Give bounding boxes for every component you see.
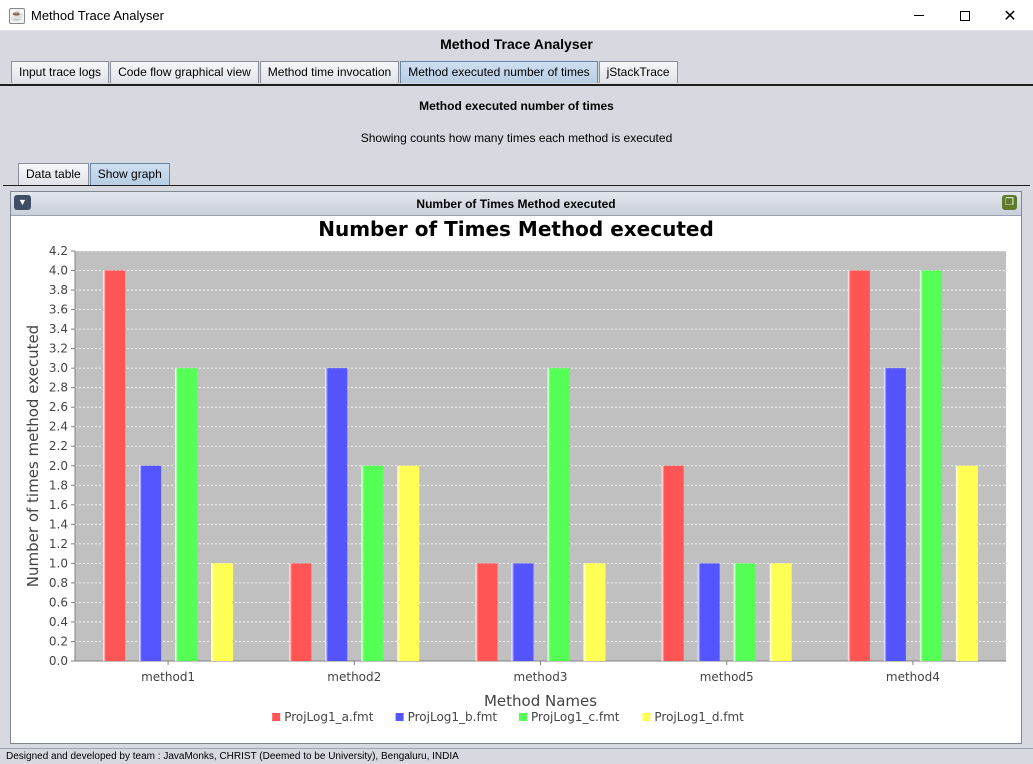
- y-tick-label: 0.8: [49, 576, 68, 590]
- chart-title: Number of Times Method executed: [318, 217, 714, 241]
- bar: [847, 270, 870, 661]
- y-axis-label: Number of times method executed: [24, 325, 42, 587]
- y-tick-label: 1.6: [49, 498, 68, 512]
- x-axis-label: Method Names: [484, 692, 597, 710]
- sub-tab-divider: [3, 185, 1030, 186]
- y-tick-label: 0.6: [49, 595, 68, 609]
- y-tick-label: 2.0: [49, 459, 68, 473]
- x-tick-label: method5: [700, 670, 754, 684]
- bar: [289, 563, 312, 661]
- bar: [175, 368, 198, 661]
- bar: [397, 465, 420, 661]
- bar: [475, 563, 498, 661]
- frame-restore-button[interactable]: ❐: [1002, 195, 1017, 210]
- app-header: Method Trace Analyser: [440, 36, 593, 52]
- close-button[interactable]: ✕: [987, 0, 1033, 31]
- bar: [883, 368, 906, 661]
- y-tick-label: 1.4: [49, 517, 68, 531]
- tab-code-flow-graphical-view[interactable]: Code flow graphical view: [110, 61, 259, 83]
- legend-label: ProjLog1_b.fmt: [408, 710, 498, 724]
- sub-tab-bar: Data table Show graph: [18, 163, 171, 185]
- footer-credits: Designed and developed by team : JavaMon…: [0, 748, 1033, 764]
- y-tick-label: 0.4: [49, 615, 68, 629]
- window-title: Method Trace Analyser: [31, 8, 164, 23]
- legend-swatch: [272, 713, 281, 721]
- y-tick-label: 4.0: [49, 264, 68, 278]
- y-tick-label: 2.6: [49, 400, 68, 414]
- legend-swatch: [642, 713, 651, 721]
- y-tick-label: 2.8: [49, 381, 68, 395]
- maximize-icon: [960, 10, 970, 21]
- panel-title: Method executed number of times: [419, 99, 614, 113]
- y-tick-label: 1.8: [49, 478, 68, 492]
- y-tick-label: 4.2: [49, 244, 68, 258]
- minimize-button[interactable]: [896, 0, 942, 31]
- legend-label: ProjLog1_a.fmt: [284, 710, 374, 724]
- tab-show-graph[interactable]: Show graph: [89, 163, 170, 185]
- bar: [733, 563, 756, 661]
- main-tab-bar: Input trace logs Code flow graphical vie…: [11, 61, 679, 84]
- tab-data-table[interactable]: Data table: [18, 163, 89, 185]
- chart-area: Number of Times Method executed 0.0 0.2 0.4…: [12, 216, 1020, 743]
- y-tick-label: 3.8: [49, 283, 68, 297]
- legend-swatch: [519, 713, 527, 721]
- legend-label: ProjLog1_d.fmt: [654, 710, 744, 724]
- bar: [697, 563, 720, 661]
- minimize-icon: [914, 15, 924, 16]
- x-tick-label: method2: [327, 670, 381, 684]
- bar: [583, 563, 606, 661]
- window-title-bar: ☕ Method Trace Analyser ✕: [0, 0, 1033, 31]
- frame-title-bar[interactable]: ▼ Number of Times Method executed ❐: [11, 192, 1021, 216]
- bar: [325, 368, 348, 661]
- y-tick-label: 2.2: [49, 439, 68, 453]
- y-tick-label: 3.0: [49, 361, 68, 375]
- bar: [103, 270, 126, 661]
- java-app-icon: ☕: [9, 8, 25, 24]
- y-tick-label: 0.2: [49, 634, 68, 648]
- x-tick-label: method4: [886, 670, 940, 684]
- bar-chart: Number of Times Method executed 0.0 0.2 0.4…: [24, 217, 1006, 724]
- y-tick-label: 3.4: [49, 322, 68, 336]
- bar: [547, 368, 570, 661]
- frame-title: Number of Times Method executed: [416, 197, 616, 211]
- legend-swatch: [395, 713, 404, 721]
- app-body: Method Trace Analyser Input trace logs C…: [0, 31, 1033, 764]
- y-tick-label: 3.2: [49, 342, 68, 356]
- y-tick-label: 1.2: [49, 537, 68, 551]
- bar: [769, 563, 792, 661]
- bar: [211, 563, 234, 661]
- bar: [139, 465, 162, 661]
- bar: [361, 465, 384, 661]
- chart-frame: ▼ Number of Times Method executed ❐ Numb…: [10, 191, 1022, 744]
- close-icon: ✕: [1003, 7, 1017, 25]
- tab-input-trace-logs[interactable]: Input trace logs: [11, 61, 110, 83]
- panel-subtitle: Showing counts how many times each metho…: [360, 131, 673, 145]
- bar: [955, 465, 978, 661]
- bar: [661, 465, 684, 661]
- y-tick-label: 3.6: [49, 303, 68, 317]
- maximize-button[interactable]: [942, 0, 988, 31]
- y-tick-label: 1.0: [49, 556, 68, 570]
- tab-jstacktrace[interactable]: jStackTrace: [598, 61, 678, 83]
- tab-method-executed-number-of-times[interactable]: Method executed number of times: [400, 61, 598, 83]
- y-tick-label: 2.4: [49, 420, 68, 434]
- bar: [511, 563, 534, 661]
- bar: [919, 270, 942, 661]
- x-tick-label: method3: [514, 670, 568, 684]
- legend-label: ProjLog1_c.fmt: [531, 710, 620, 724]
- y-tick-label: 0.0: [49, 654, 68, 668]
- tab-method-time-invocation[interactable]: Method time invocation: [259, 61, 400, 83]
- restore-icon: ❐: [1005, 197, 1014, 208]
- x-tick-label: method1: [141, 670, 195, 684]
- tab-divider: [0, 84, 1033, 86]
